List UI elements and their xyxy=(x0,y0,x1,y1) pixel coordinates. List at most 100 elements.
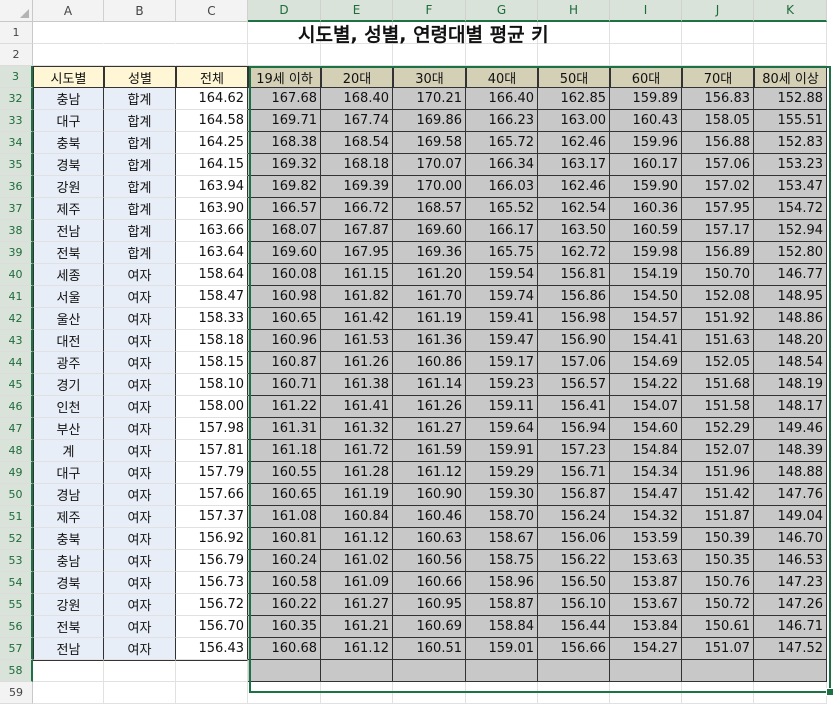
value-cell[interactable]: 158.87 xyxy=(466,594,538,616)
value-cell[interactable]: 156.89 xyxy=(682,242,754,264)
row-header[interactable]: 36 xyxy=(0,176,33,198)
value-cell[interactable]: 160.56 xyxy=(393,550,466,572)
value-cell[interactable]: 162.46 xyxy=(538,132,610,154)
value-cell[interactable]: 154.19 xyxy=(610,264,682,286)
value-cell[interactable]: 156.24 xyxy=(538,506,610,528)
gender-cell[interactable]: 여자 xyxy=(104,572,176,594)
gender-cell[interactable]: 합계 xyxy=(104,88,176,110)
value-cell[interactable]: 170.07 xyxy=(393,154,466,176)
value-cell[interactable]: 161.82 xyxy=(321,286,393,308)
value-cell[interactable]: 154.47 xyxy=(610,484,682,506)
value-cell[interactable]: 149.46 xyxy=(754,418,827,440)
value-cell[interactable]: 150.76 xyxy=(682,572,754,594)
cell[interactable] xyxy=(610,660,682,682)
value-cell[interactable]: 168.54 xyxy=(321,132,393,154)
value-cell[interactable]: 160.36 xyxy=(610,198,682,220)
value-cell[interactable]: 152.07 xyxy=(682,440,754,462)
row-header[interactable]: 3 xyxy=(0,66,33,88)
value-cell[interactable]: 161.02 xyxy=(321,550,393,572)
value-cell[interactable]: 161.26 xyxy=(321,352,393,374)
row-header[interactable]: 54 xyxy=(0,572,33,594)
gender-cell[interactable]: 여자 xyxy=(104,440,176,462)
value-cell[interactable]: 160.22 xyxy=(248,594,321,616)
value-cell[interactable]: 165.75 xyxy=(466,242,538,264)
region-cell[interactable]: 제주 xyxy=(33,506,104,528)
header-cell[interactable]: 70대 xyxy=(682,66,754,88)
row-header[interactable]: 32 xyxy=(0,88,33,110)
value-cell[interactable]: 161.59 xyxy=(393,440,466,462)
value-cell[interactable]: 159.98 xyxy=(610,242,682,264)
value-cell[interactable]: 160.35 xyxy=(248,616,321,638)
value-cell[interactable]: 148.95 xyxy=(754,286,827,308)
value-cell[interactable]: 170.21 xyxy=(393,88,466,110)
cell[interactable] xyxy=(248,660,321,682)
value-cell[interactable]: 159.30 xyxy=(466,484,538,506)
value-cell[interactable]: 147.76 xyxy=(754,484,827,506)
header-cell[interactable]: 60대 xyxy=(610,66,682,88)
region-cell[interactable]: 서울 xyxy=(33,286,104,308)
value-cell[interactable]: 159.96 xyxy=(610,132,682,154)
region-cell[interactable]: 대구 xyxy=(33,110,104,132)
region-cell[interactable]: 충북 xyxy=(33,132,104,154)
value-cell[interactable]: 154.27 xyxy=(610,638,682,660)
value-cell[interactable]: 166.40 xyxy=(466,88,538,110)
value-cell[interactable]: 146.70 xyxy=(754,528,827,550)
value-cell[interactable]: 156.98 xyxy=(538,308,610,330)
value-cell[interactable]: 159.64 xyxy=(466,418,538,440)
region-cell[interactable]: 울산 xyxy=(33,308,104,330)
value-cell[interactable]: 156.90 xyxy=(538,330,610,352)
region-cell[interactable]: 인천 xyxy=(33,396,104,418)
row-header[interactable]: 44 xyxy=(0,352,33,374)
header-cell[interactable]: 시도별 xyxy=(33,66,104,88)
value-cell[interactable]: 160.69 xyxy=(393,616,466,638)
value-cell[interactable]: 169.32 xyxy=(248,154,321,176)
value-cell[interactable]: 152.94 xyxy=(754,220,827,242)
region-cell[interactable]: 부산 xyxy=(33,418,104,440)
row-header[interactable]: 49 xyxy=(0,462,33,484)
value-cell[interactable]: 158.00 xyxy=(176,396,248,418)
value-cell[interactable]: 154.22 xyxy=(610,374,682,396)
gender-cell[interactable]: 여자 xyxy=(104,286,176,308)
region-cell[interactable]: 광주 xyxy=(33,352,104,374)
row-header[interactable]: 53 xyxy=(0,550,33,572)
value-cell[interactable]: 168.38 xyxy=(248,132,321,154)
value-cell[interactable]: 164.62 xyxy=(176,88,248,110)
value-cell[interactable]: 152.88 xyxy=(754,88,827,110)
value-cell[interactable]: 160.90 xyxy=(393,484,466,506)
region-cell[interactable]: 충남 xyxy=(33,550,104,572)
row-header[interactable]: 35 xyxy=(0,154,33,176)
value-cell[interactable]: 161.21 xyxy=(321,616,393,638)
value-cell[interactable]: 160.63 xyxy=(393,528,466,550)
row-header[interactable]: 39 xyxy=(0,242,33,264)
cell[interactable] xyxy=(33,660,104,682)
value-cell[interactable]: 160.96 xyxy=(248,330,321,352)
value-cell[interactable]: 156.41 xyxy=(538,396,610,418)
gender-cell[interactable]: 여자 xyxy=(104,462,176,484)
value-cell[interactable]: 161.19 xyxy=(321,484,393,506)
row-header[interactable]: 47 xyxy=(0,418,33,440)
value-cell[interactable]: 159.01 xyxy=(466,638,538,660)
gender-cell[interactable]: 여자 xyxy=(104,594,176,616)
column-header-a[interactable]: A xyxy=(33,0,104,22)
value-cell[interactable]: 160.59 xyxy=(610,220,682,242)
value-cell[interactable]: 167.74 xyxy=(321,110,393,132)
value-cell[interactable]: 167.95 xyxy=(321,242,393,264)
value-cell[interactable]: 151.96 xyxy=(682,462,754,484)
value-cell[interactable]: 169.39 xyxy=(321,176,393,198)
value-cell[interactable]: 167.87 xyxy=(321,220,393,242)
value-cell[interactable]: 153.59 xyxy=(610,528,682,550)
cell[interactable] xyxy=(538,660,610,682)
value-cell[interactable]: 160.43 xyxy=(610,110,682,132)
value-cell[interactable]: 160.86 xyxy=(393,352,466,374)
value-cell[interactable]: 160.71 xyxy=(248,374,321,396)
value-cell[interactable]: 154.32 xyxy=(610,506,682,528)
value-cell[interactable]: 156.87 xyxy=(538,484,610,506)
value-cell[interactable]: 152.29 xyxy=(682,418,754,440)
value-cell[interactable]: 154.60 xyxy=(610,418,682,440)
value-cell[interactable]: 156.10 xyxy=(538,594,610,616)
value-cell[interactable]: 150.72 xyxy=(682,594,754,616)
value-cell[interactable]: 161.72 xyxy=(321,440,393,462)
column-header-c[interactable]: C xyxy=(176,0,248,22)
value-cell[interactable]: 161.28 xyxy=(321,462,393,484)
fill-handle[interactable] xyxy=(826,688,834,696)
